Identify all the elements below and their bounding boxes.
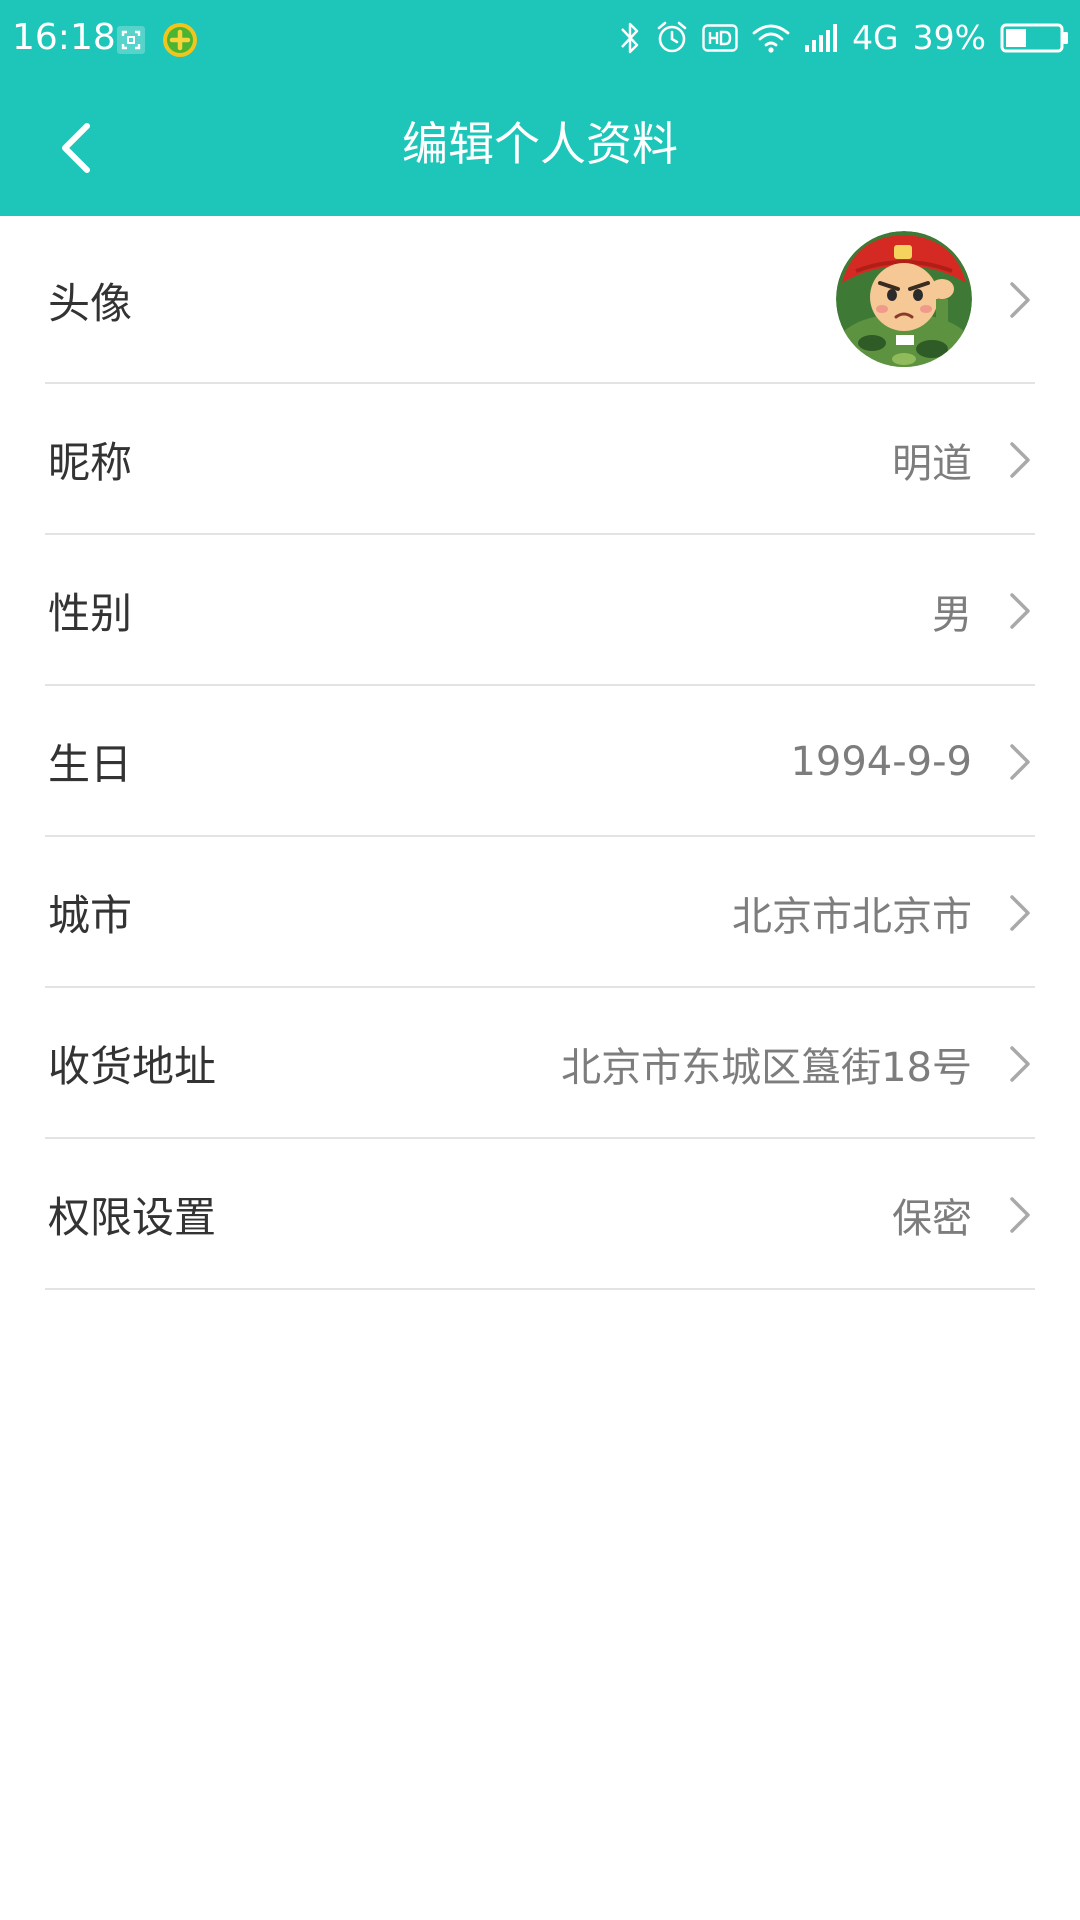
avatar[interactable] <box>836 231 972 367</box>
wifi-icon <box>752 23 790 53</box>
back-button[interactable] <box>40 108 110 188</box>
nickname-value: 明道 <box>892 440 972 487</box>
status-time: 16:18 <box>12 17 116 58</box>
signal-icon <box>804 23 838 53</box>
city-row[interactable]: 城市 北京市北京市 <box>0 837 1080 988</box>
chevron-right-icon <box>1000 384 1040 535</box>
chevron-right-icon <box>1000 988 1040 1139</box>
battery-icon <box>1000 22 1070 54</box>
status-notification-icons <box>116 18 200 62</box>
nickname-label: 昵称 <box>48 438 133 487</box>
chevron-right-icon <box>1000 837 1040 988</box>
chevron-right-icon <box>1000 535 1040 686</box>
address-row[interactable]: 收货地址 北京市东城区簋街18号 <box>0 988 1080 1139</box>
privacy-settings-value: 保密 <box>892 1195 972 1242</box>
hd-icon <box>702 24 738 52</box>
gender-value: 男 <box>932 591 972 638</box>
gender-row[interactable]: 性别 男 <box>0 535 1080 686</box>
status-bar: 16:18 4G 39% <box>0 0 1080 80</box>
app-header: 16:18 4G 39% 编辑个人资料 <box>0 0 1080 216</box>
chevron-right-icon <box>1000 1139 1040 1290</box>
bluetooth-icon <box>618 20 642 56</box>
alarm-icon <box>656 21 688 55</box>
status-system-icons: 4G 39% <box>618 16 1070 60</box>
birthday-value: 1994-9-9 <box>790 738 972 785</box>
chevron-right-icon <box>1000 686 1040 837</box>
nickname-row[interactable]: 昵称 明道 <box>0 384 1080 535</box>
chevron-right-icon <box>1000 216 1040 384</box>
city-value: 北京市北京市 <box>732 893 972 940</box>
privacy-settings-row[interactable]: 权限设置 保密 <box>0 1139 1080 1290</box>
birthday-row[interactable]: 生日 1994-9-9 <box>0 686 1080 837</box>
gender-label: 性别 <box>48 589 133 638</box>
edit-profile-screen: 16:18 4G 39% 编辑个人资料 头像 昵称 明道 性别 男 生日 199… <box>0 0 1080 1920</box>
city-label: 城市 <box>48 891 133 940</box>
avatar-label: 头像 <box>48 278 133 328</box>
network-type: 4G <box>852 18 899 57</box>
profile-field-list: 头像 昵称 明道 性别 男 生日 1994-9-9 城市 北京市北京市 收货地址… <box>0 216 1080 1290</box>
app-360-icon <box>160 20 200 60</box>
divider <box>45 1288 1035 1290</box>
title-bar: 编辑个人资料 <box>0 80 1080 216</box>
avatar-row[interactable]: 头像 <box>0 216 1080 384</box>
address-label: 收货地址 <box>48 1042 217 1091</box>
birthday-label: 生日 <box>48 740 133 789</box>
screenshot-icon <box>116 25 146 55</box>
chevron-left-icon <box>55 120 95 176</box>
privacy-settings-label: 权限设置 <box>48 1193 217 1242</box>
page-title: 编辑个人资料 <box>402 117 678 171</box>
address-value: 北京市东城区簋街18号 <box>561 1044 972 1091</box>
battery-percent: 39% <box>912 18 986 57</box>
